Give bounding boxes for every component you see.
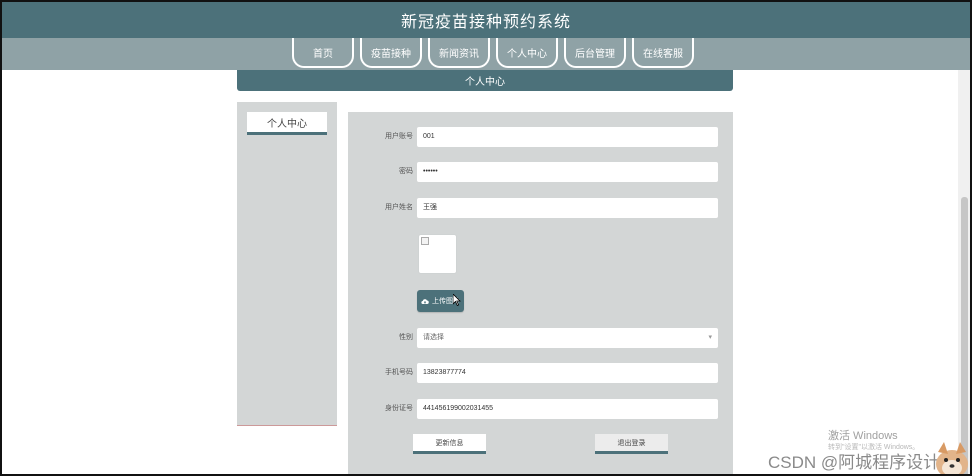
gender-select[interactable]: 请选择 ▾: [417, 328, 718, 348]
nav-item-vaccination[interactable]: 疫苗接种: [360, 38, 422, 68]
profile-form: 用户账号 001 密码 •••••• 用户姓名 王强 上传图片 性别 请选择 ▾: [348, 112, 733, 474]
nav-item-news[interactable]: 新闻资讯: [428, 38, 490, 68]
nav-item-profile[interactable]: 个人中心: [496, 38, 558, 68]
password-input[interactable]: ••••••: [417, 162, 718, 182]
form-row-idcard: 身份证号 441456199002031455: [348, 399, 733, 419]
idcard-label: 身份证号: [385, 405, 413, 412]
account-input[interactable]: 001: [417, 127, 718, 147]
mouse-cursor-icon: [453, 294, 461, 306]
password-label: 密码: [399, 168, 413, 175]
page-scrollbar-thumb[interactable]: [961, 197, 968, 474]
site-header: 新冠疫苗接种预约系统: [2, 2, 970, 38]
idcard-input[interactable]: 441456199002031455: [417, 399, 718, 419]
form-row-name: 用户姓名 王强: [348, 198, 733, 218]
form-row-gender: 性别 请选择 ▾: [348, 328, 733, 348]
site-title: 新冠疫苗接种预约系统: [400, 14, 571, 31]
avatar-image: [418, 234, 457, 274]
csdn-credit: CSDN @阿城程序设计: [768, 453, 941, 472]
dog-mascot-image: [936, 442, 968, 474]
browser-viewport: 新冠疫苗接种预约系统 首页 疫苗接种 新闻资讯 个人中心 后台管理 在线客服 个…: [0, 0, 972, 476]
sidebar: 个人中心: [237, 102, 337, 426]
broken-image-icon: [421, 237, 429, 245]
form-row-phone: 手机号码 13823877774: [348, 363, 733, 383]
main-nav: 首页 疫苗接种 新闻资讯 个人中心 后台管理 在线客服: [292, 38, 694, 70]
form-row-password: 密码 ••••••: [348, 162, 733, 182]
section-title-bar: 个人中心: [237, 70, 733, 91]
nav-item-support[interactable]: 在线客服: [632, 38, 694, 68]
watermark-title: 激活 Windows: [828, 430, 898, 442]
phone-label: 手机号码: [385, 369, 413, 376]
phone-input[interactable]: 13823877774: [417, 363, 718, 383]
name-label: 用户姓名: [385, 204, 413, 211]
account-label: 用户账号: [385, 133, 413, 140]
cloud-upload-icon: [421, 298, 429, 304]
sidebar-item-profile[interactable]: 个人中心: [247, 112, 327, 135]
section-title: 个人中心: [465, 77, 505, 88]
nav-item-admin[interactable]: 后台管理: [564, 38, 626, 68]
name-input[interactable]: 王强: [417, 198, 718, 218]
update-info-button[interactable]: 更新信息: [413, 434, 486, 454]
form-row-account: 用户账号 001: [348, 127, 733, 147]
gender-placeholder: 请选择: [423, 334, 444, 341]
logout-button[interactable]: 退出登录: [595, 434, 668, 454]
gender-label: 性别: [399, 334, 413, 341]
chevron-down-icon: ▾: [708, 334, 712, 341]
nav-item-home[interactable]: 首页: [292, 38, 354, 68]
